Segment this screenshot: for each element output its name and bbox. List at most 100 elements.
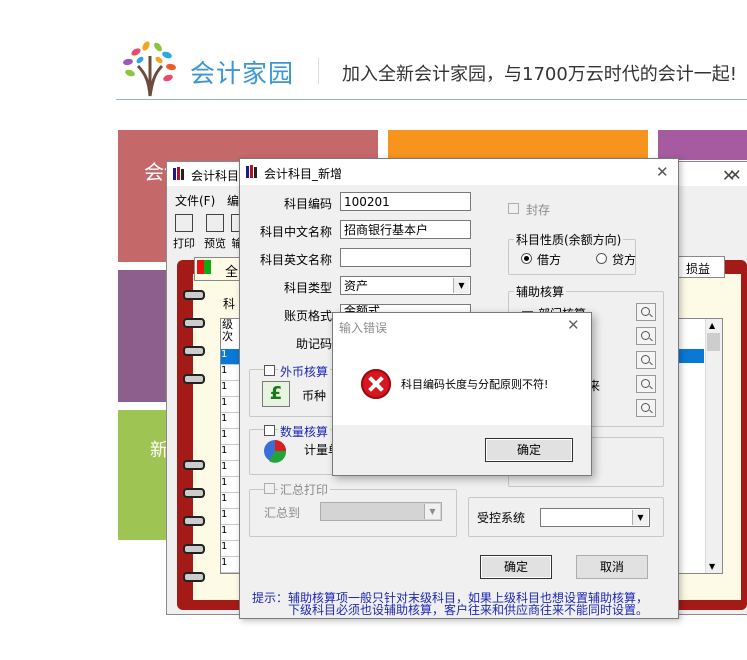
credit-radio[interactable] bbox=[596, 253, 607, 264]
table-cell: 1 bbox=[221, 381, 228, 392]
table-cell: 1 bbox=[221, 541, 228, 552]
chevron-down-icon[interactable]: ▼ bbox=[453, 278, 469, 293]
ok-button[interactable]: 确定 bbox=[480, 555, 552, 579]
table-cell: 1 bbox=[221, 445, 228, 456]
fx-label: 外币核算 bbox=[278, 363, 331, 380]
debit-label: 借方 bbox=[537, 253, 562, 267]
summary-to-label: 汇总到 bbox=[264, 506, 301, 520]
format-label: 账页格式 bbox=[283, 309, 332, 323]
table-cell: 1 bbox=[221, 477, 228, 488]
binder-ring bbox=[183, 346, 205, 356]
binder-ring bbox=[183, 460, 205, 470]
search-icon[interactable] bbox=[636, 327, 656, 345]
selected-row-highlight bbox=[678, 349, 704, 363]
tile-magenta[interactable] bbox=[658, 130, 747, 160]
grid-header-text: 次 bbox=[222, 330, 233, 343]
binder-ring bbox=[183, 572, 205, 582]
menu-edit[interactable]: 编 bbox=[227, 192, 239, 209]
table-cell: 1 bbox=[221, 461, 228, 472]
error-icon bbox=[361, 369, 391, 399]
menu-file[interactable]: 文件(F) bbox=[175, 192, 215, 209]
aux-group-title: 辅助核算 bbox=[514, 283, 567, 300]
mnemonic-label: 助记码 bbox=[295, 337, 332, 351]
search-icon[interactable] bbox=[636, 351, 656, 369]
summary-checkbox[interactable] bbox=[264, 483, 275, 494]
logo-tree-icon bbox=[123, 41, 176, 97]
type-label: 科目类型 bbox=[283, 281, 332, 295]
fx-checkbox[interactable] bbox=[264, 365, 275, 376]
header-underline bbox=[116, 99, 747, 100]
account-grid-right[interactable]: ▲ ▼ bbox=[677, 318, 723, 574]
nature-group-title: 科目性质(余额方向) bbox=[514, 231, 624, 248]
search-icon[interactable] bbox=[636, 375, 656, 393]
credit-label: 贷方 bbox=[612, 253, 637, 267]
dialog-title: 会计科目_新增 bbox=[264, 167, 343, 181]
cn-name-input[interactable]: 招商银行基本户 bbox=[340, 220, 471, 239]
error-footer: 确定 bbox=[333, 425, 591, 475]
header-divider bbox=[318, 58, 319, 84]
header-slogan: 加入全新会计家园，与1700万云时代的会计一起! bbox=[342, 64, 738, 85]
type-select-value: 资产 bbox=[344, 279, 369, 293]
table-cell: 1 bbox=[221, 557, 228, 568]
pie-chart-icon bbox=[264, 440, 287, 463]
controlled-label: 受控系统 bbox=[477, 511, 526, 525]
preview-button[interactable]: 预览 bbox=[200, 212, 230, 250]
window-title: 会计科目 bbox=[191, 169, 240, 183]
en-name-input[interactable] bbox=[340, 248, 471, 267]
vertical-scrollbar[interactable]: ▲ ▼ bbox=[705, 319, 722, 573]
binder-ring bbox=[183, 290, 205, 300]
close-icon[interactable]: ✕ bbox=[656, 163, 669, 181]
cn-name-label: 科目中文名称 bbox=[259, 225, 332, 239]
scroll-down-icon[interactable]: ▼ bbox=[709, 562, 715, 571]
controlled-select[interactable]: ▼ bbox=[540, 508, 650, 527]
summary-to-select[interactable]: ▼ bbox=[320, 502, 442, 521]
qty-label: 数量核算 bbox=[278, 423, 331, 440]
grid-header-level: 级 次 bbox=[222, 319, 233, 343]
table-cell: 1 bbox=[221, 413, 228, 424]
books-icon bbox=[246, 165, 258, 178]
error-title: 输入错误 bbox=[339, 321, 388, 335]
binder-ring bbox=[183, 544, 205, 554]
error-message: 科目编码长度与分配原则不符! bbox=[401, 378, 549, 391]
scroll-up-icon[interactable]: ▲ bbox=[709, 321, 715, 330]
code-input[interactable]: 100201 bbox=[340, 192, 471, 211]
print-button[interactable]: 打印 bbox=[169, 212, 199, 250]
colorful-tab-icon bbox=[197, 260, 211, 274]
binder-ring bbox=[183, 318, 205, 328]
tile-green[interactable]: 新 bbox=[118, 410, 168, 540]
chevron-down-icon[interactable]: ▼ bbox=[632, 510, 648, 525]
tile-orange[interactable] bbox=[388, 130, 648, 160]
preview-label: 预览 bbox=[204, 237, 226, 250]
table-cell: 1 bbox=[221, 349, 228, 360]
pound-icon: £ bbox=[262, 381, 290, 407]
chevron-down-icon[interactable]: ▼ bbox=[424, 504, 440, 519]
tab-profit-loss-label: 损益 bbox=[686, 262, 711, 276]
tab-profit-loss[interactable]: 损益 bbox=[677, 256, 725, 278]
cancel-button[interactable]: 取消 bbox=[576, 555, 648, 579]
scroll-thumb[interactable] bbox=[707, 333, 720, 351]
books-icon bbox=[173, 167, 185, 180]
close-icon[interactable]: ✕ bbox=[567, 316, 580, 334]
tab-all-label: 全 bbox=[225, 265, 239, 280]
error-ok-button[interactable]: 确定 bbox=[485, 438, 573, 462]
qty-checkbox[interactable] bbox=[264, 425, 275, 436]
summary-label: 汇总打印 bbox=[278, 481, 331, 498]
search-icon[interactable] bbox=[636, 303, 656, 321]
brand-name[interactable]: 会计家园 bbox=[190, 54, 294, 90]
preview-icon bbox=[206, 214, 224, 232]
table-cell: 1 bbox=[221, 509, 228, 520]
en-name-label: 科目英文名称 bbox=[259, 253, 332, 267]
search-icon[interactable] bbox=[636, 399, 656, 417]
table-cell: 1 bbox=[221, 429, 228, 440]
binder-ring bbox=[183, 488, 205, 498]
sealed-checkbox[interactable] bbox=[508, 203, 519, 214]
binder-ring bbox=[183, 374, 205, 384]
type-select[interactable]: 资产 ▼ bbox=[340, 276, 471, 295]
input-error-dialog: 输入错误 ✕ 科目编码长度与分配原则不符! 确定 bbox=[332, 312, 592, 476]
back-window-close-icon[interactable]: ✕ bbox=[729, 166, 742, 184]
debit-radio[interactable] bbox=[521, 253, 532, 264]
code-label: 科目编码 bbox=[283, 197, 332, 211]
table-cell: 1 bbox=[221, 365, 228, 376]
printer-icon bbox=[175, 214, 193, 232]
tile-purple[interactable] bbox=[118, 270, 168, 402]
